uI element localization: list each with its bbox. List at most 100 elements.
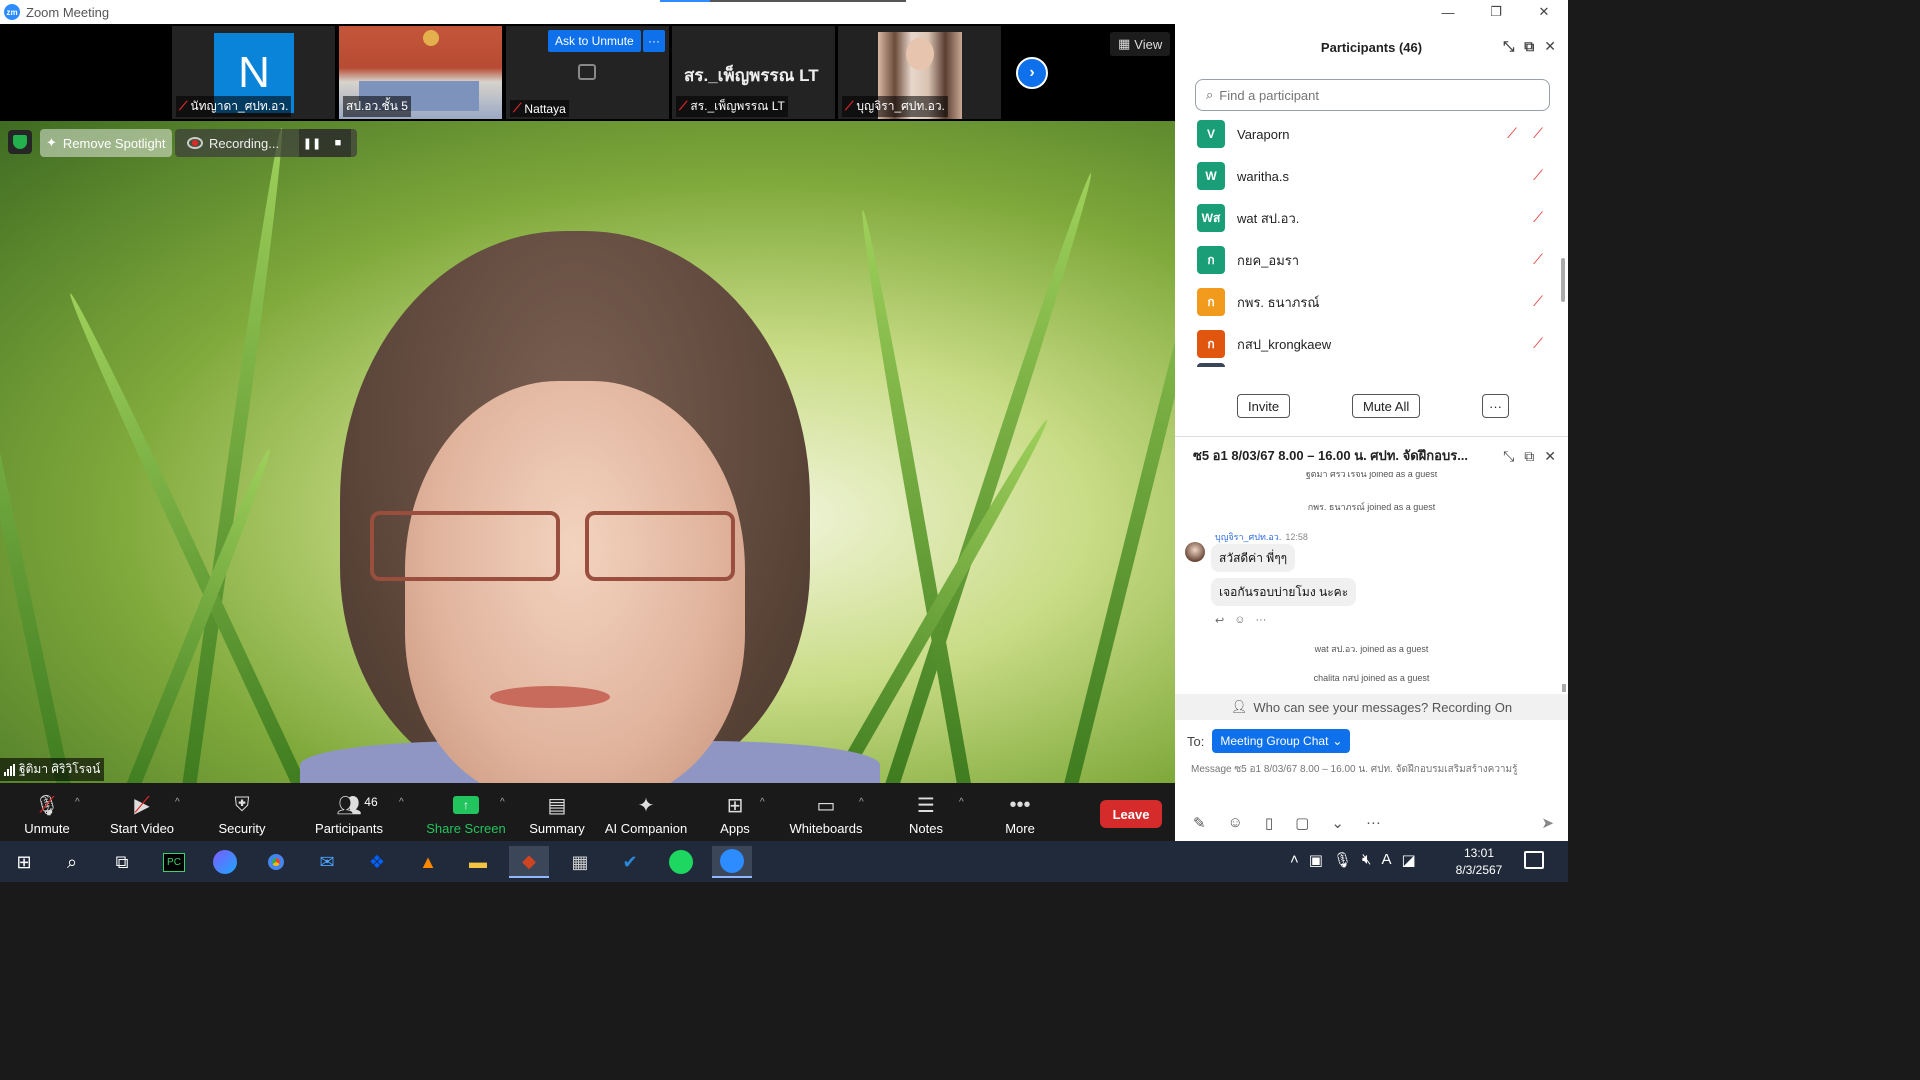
pycharm-icon[interactable]: PC [154, 846, 194, 878]
pop-out-icon[interactable]: ⧉ [1524, 448, 1534, 465]
video-tile[interactable]: Ask to Unmute ··· ⟋ Nattaya [506, 26, 669, 119]
participant-row[interactable]: ก กยค_อมรา ⟋ [1197, 245, 1547, 275]
whiteboards-button[interactable]: ▭ Whiteboards [789, 791, 863, 837]
participants-options-caret[interactable]: ^ [399, 797, 404, 808]
apps-options-caret[interactable]: ^ [760, 797, 765, 808]
participant-row[interactable]: W waritha.s ⟋ [1197, 161, 1547, 191]
speaker-face [405, 381, 745, 783]
whiteboards-options-caret[interactable]: ^ [859, 797, 864, 808]
window-title: Zoom Meeting [26, 4, 110, 20]
format-icon[interactable]: ✎ [1193, 814, 1206, 832]
audio-options-caret[interactable]: ^ [75, 797, 80, 808]
search-input[interactable] [1219, 87, 1520, 103]
copilot-icon[interactable] [205, 846, 245, 878]
search-icon[interactable]: ⌕ [52, 846, 92, 878]
notes-button[interactable]: ☰ Notes [906, 791, 946, 837]
volume-muted-icon[interactable]: 🔇︎ [1362, 851, 1371, 869]
microphone-icon[interactable]: 🎙︎ [1333, 851, 1352, 869]
spotify-icon[interactable] [661, 846, 701, 878]
view-button[interactable]: ▦ View [1110, 32, 1171, 56]
close-icon[interactable]: ✕ [1544, 448, 1556, 465]
reply-icon[interactable]: ↩ [1215, 614, 1224, 627]
pause-recording-button[interactable]: ❚❚ [299, 129, 325, 157]
collapse-icon[interactable]: ⤡ [1503, 38, 1514, 55]
notes-icon: ☰ [917, 794, 935, 817]
network-icon[interactable]: ▣ [1309, 851, 1323, 869]
notes-options-caret[interactable]: ^ [959, 797, 964, 808]
next-page-button[interactable]: › [1016, 57, 1048, 89]
more-button[interactable]: ••• More [1002, 791, 1038, 837]
leave-button[interactable]: Leave [1100, 800, 1162, 828]
participant-row[interactable]: ก กพร. ธนาภรณ์ ⟋ [1197, 287, 1547, 317]
dropbox-icon[interactable]: ❖ [357, 846, 397, 878]
chrome-icon[interactable] [256, 846, 296, 878]
mail-icon[interactable]: ✉ [307, 846, 347, 878]
emoji-reaction-icon[interactable]: ☺ [1234, 614, 1245, 627]
notifications-icon[interactable] [1524, 851, 1544, 869]
video-tile[interactable]: ⟋ บุญจิรา_ศปท.อว. [838, 26, 1001, 119]
summary-button[interactable]: ▤ Summary [528, 791, 586, 837]
participants-button[interactable]: 👥︎ 46 Participants [312, 791, 386, 837]
participant-row[interactable]: V Varaporn ⟋ ⟋ [1197, 119, 1547, 149]
vlc-icon[interactable]: ▲ [408, 846, 448, 878]
app-tray-icon[interactable]: ◪ [1401, 851, 1415, 869]
close-window-icon[interactable]: ✕ [1520, 0, 1568, 24]
message-visibility-info[interactable]: 👤︎ Who can see your messages? Recording … [1175, 694, 1568, 720]
chat-scrollbar[interactable] [1562, 684, 1566, 692]
ask-to-unmute-button[interactable]: Ask to Unmute [548, 30, 641, 52]
chevron-down-icon[interactable]: ⌄ [1331, 814, 1344, 832]
video-tile[interactable]: สป.อว.ชั้น 5 [339, 26, 502, 119]
emoji-icon[interactable]: ☺ [1228, 814, 1243, 832]
close-icon[interactable]: ✕ [1544, 38, 1556, 55]
recording-icon [187, 137, 203, 149]
file-explorer-icon[interactable]: ▬ [458, 846, 498, 878]
tile-more-button[interactable]: ··· [643, 30, 665, 52]
task-view-icon[interactable]: ⧉ [102, 846, 142, 878]
chat-message[interactable]: สวัสดีค่า พี่ๆๆ [1211, 544, 1296, 572]
clock[interactable]: 13:01 8/3/2567 [1450, 845, 1508, 879]
encryption-shield-icon[interactable] [8, 130, 32, 154]
todo-icon[interactable]: ✔ [610, 846, 650, 878]
powerpoint-icon[interactable]: ◆ [509, 846, 549, 878]
video-options-caret[interactable]: ^ [175, 797, 180, 808]
participant-row[interactable]: Wส wat สป.อว. ⟋ [1197, 203, 1547, 233]
share-options-caret[interactable]: ^ [500, 797, 505, 808]
participant-search[interactable]: ⌕ [1195, 79, 1550, 111]
mute-all-button[interactable]: Mute All [1352, 394, 1421, 418]
share-screen-button[interactable]: ↑ Share Screen [426, 791, 506, 836]
screenshot-icon[interactable]: ▢ [1295, 814, 1309, 832]
more-options-icon[interactable]: ··· [1366, 814, 1381, 832]
invite-button[interactable]: Invite [1237, 394, 1291, 418]
zoom-app-icon[interactable] [712, 846, 752, 878]
participant-row[interactable]: ก กสป_krongkaew ⟋ [1197, 329, 1547, 359]
main-video: ✦ Remove Spotlight Recording... ❚❚ ■ ฐิติ… [0, 121, 1175, 783]
video-tile[interactable]: สร._เพ็ญพรรณ LT ⟋ สร._เพ็ญพรรณ LT [672, 26, 835, 119]
avatar: ก [1197, 246, 1225, 274]
ai-companion-button[interactable]: ✦ AI Companion [605, 791, 687, 837]
unmute-button[interactable]: 🎙︎ ⟋ Unmute [22, 791, 72, 836]
calculator-icon[interactable]: ▦ [560, 846, 600, 878]
chevron-up-icon[interactable]: ˄ [1290, 851, 1299, 869]
collapse-icon[interactable]: ⤡ [1503, 448, 1514, 465]
windows-start-icon[interactable]: ⊞ [4, 846, 44, 878]
input-language-icon[interactable]: A [1381, 851, 1391, 869]
mic-muted-icon: ⟋ [1533, 209, 1543, 225]
start-video-button[interactable]: ▶ ⟋ Start Video [108, 791, 176, 836]
minimize-icon[interactable]: — [1424, 0, 1472, 24]
recipient-dropdown[interactable]: Meeting Group Chat ⌄ [1212, 729, 1351, 753]
participants-scrollbar[interactable] [1561, 258, 1565, 302]
file-icon[interactable]: ▯ [1265, 814, 1273, 832]
pop-out-icon[interactable]: ⧉ [1524, 38, 1534, 55]
participants-more-button[interactable]: ··· [1482, 394, 1509, 418]
security-button[interactable]: ⛨ Security [216, 791, 268, 837]
message-more-icon[interactable]: ··· [1255, 614, 1266, 627]
video-tile[interactable]: N ⟋ นัทญาดา_ศปท.อว. [172, 26, 335, 119]
stop-recording-button[interactable]: ■ [325, 129, 351, 157]
remove-spotlight-button[interactable]: ✦ Remove Spotlight [40, 129, 172, 157]
emblem-image [423, 30, 439, 46]
message-input[interactable] [1191, 764, 1551, 775]
apps-button[interactable]: ⊞ Apps [718, 791, 752, 837]
chat-message[interactable]: เจอกันรอบบ่ายโมง นะคะ [1211, 578, 1357, 606]
restore-icon[interactable]: ❐ [1472, 0, 1520, 24]
send-icon[interactable]: ➤ [1541, 814, 1554, 832]
